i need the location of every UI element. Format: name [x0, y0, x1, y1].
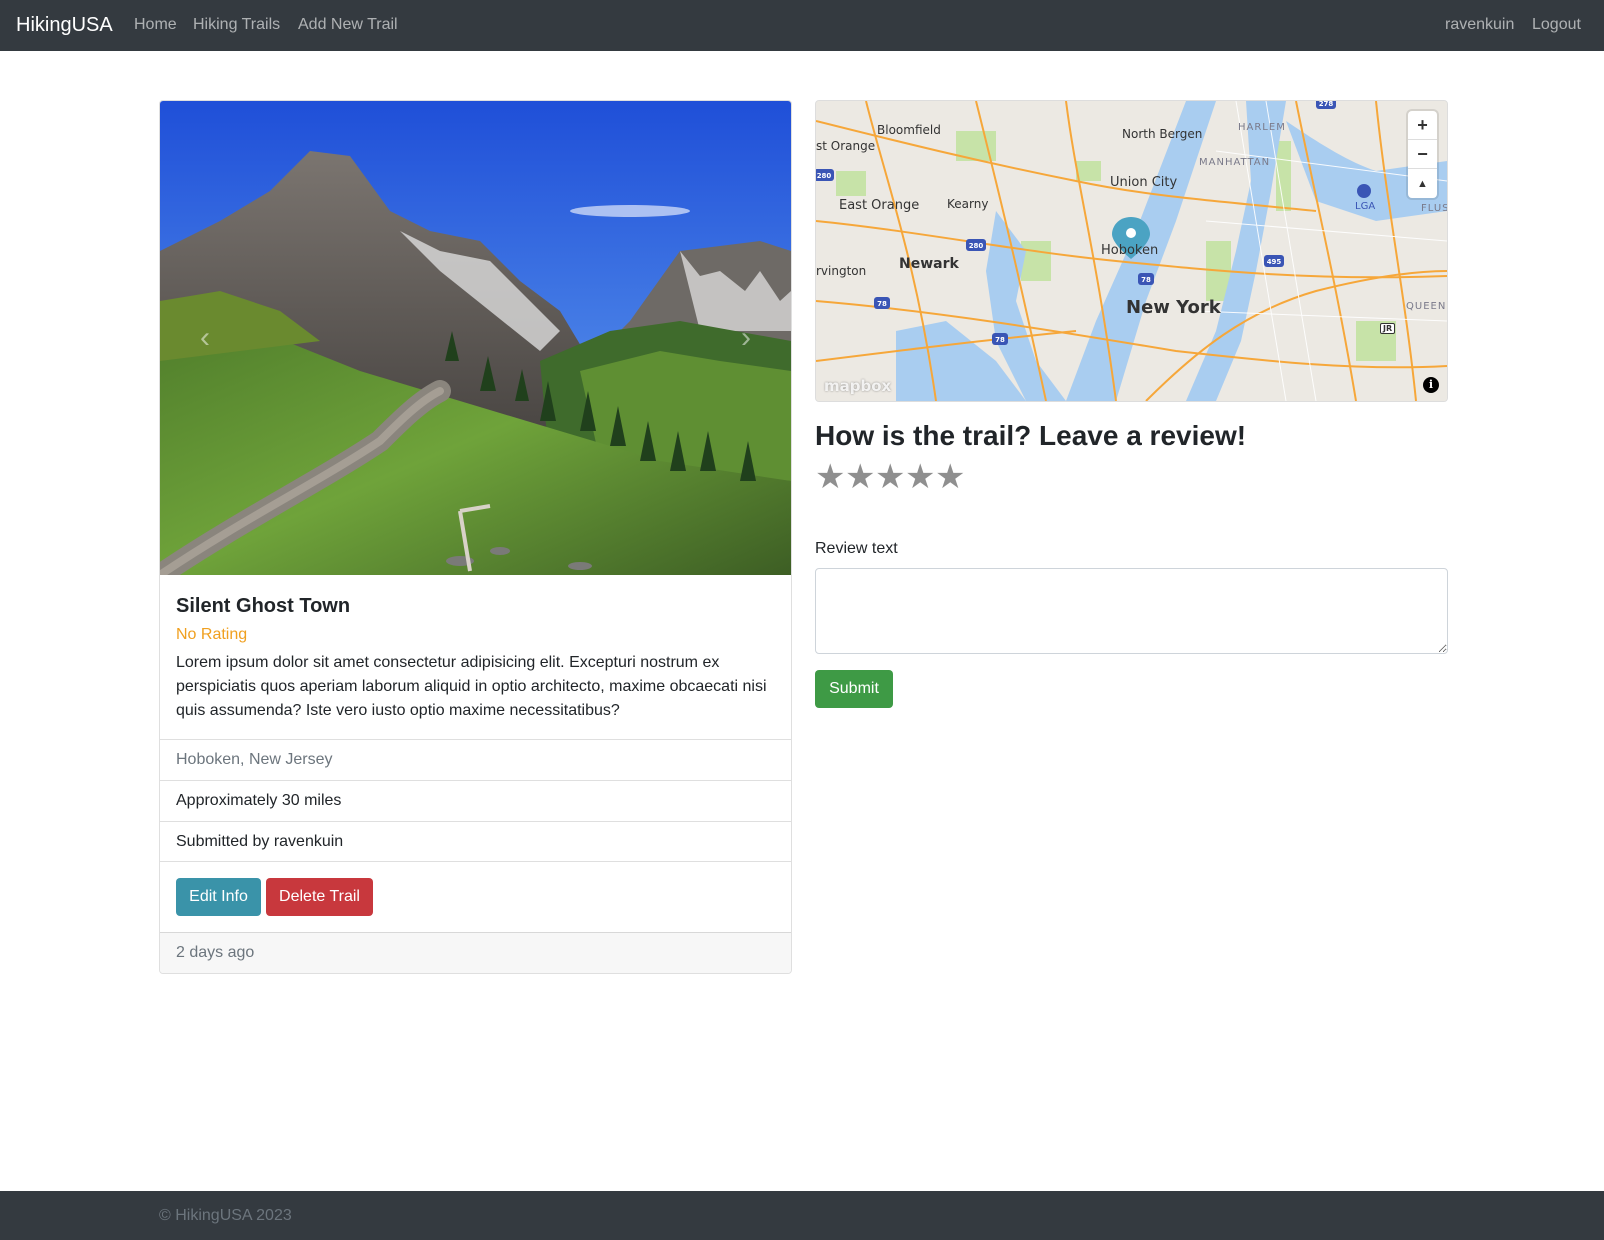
compass-icon: ▲	[1417, 177, 1428, 190]
zoom-in-button[interactable]: +	[1408, 111, 1437, 140]
map-label-north-bergen: North Bergen	[1122, 127, 1203, 141]
highway-shield-78-south: 78	[995, 336, 1005, 344]
star-icon-2[interactable]: ★	[845, 460, 875, 494]
zoom-out-button[interactable]: −	[1408, 140, 1437, 169]
carousel-prev-button[interactable]: ‹	[160, 101, 250, 575]
star-icon-5[interactable]: ★	[935, 460, 965, 494]
map-label-jr: JR	[1380, 323, 1396, 334]
map-label-newark: Newark	[899, 256, 959, 272]
trail-image-carousel: ‹ ›	[160, 101, 791, 575]
trail-time-ago: 2 days ago	[160, 932, 791, 973]
star-rating: ★ ★ ★ ★ ★	[815, 460, 965, 494]
star-icon-4[interactable]: ★	[905, 460, 935, 494]
copyright-text: © HikingUSA 2023	[159, 1207, 292, 1224]
nav-hiking-trails[interactable]: Hiking Trails	[193, 14, 280, 36]
trail-description: Lorem ipsum dolor sit amet consectetur a…	[176, 654, 767, 719]
trail-actions: Edit Info Delete Trail	[160, 861, 791, 932]
site-footer: © HikingUSA 2023	[0, 1191, 1604, 1240]
plus-icon: +	[1417, 114, 1428, 135]
airport-icon	[1357, 184, 1371, 198]
highway-shield-495: 495	[1267, 258, 1282, 266]
carousel-next-button[interactable]: ›	[701, 101, 791, 575]
star-icon-3[interactable]: ★	[875, 460, 905, 494]
map-label-manhattan: MANHATTAN	[1199, 157, 1271, 168]
map-label-new-york: New York	[1126, 297, 1221, 318]
nav-user[interactable]: ravenkuin	[1445, 14, 1514, 36]
map-label-east-orange: East Orange	[839, 198, 920, 213]
trail-submitted-by: Submitted by ravenkuin	[160, 821, 791, 862]
trail-card: ‹ › Silent Ghost Town No Rating Lorem ip…	[159, 100, 792, 974]
brand-link[interactable]: HikingUSA	[16, 12, 113, 38]
highway-shield-280-west: 280	[817, 172, 832, 180]
nav-home[interactable]: Home	[134, 14, 177, 36]
review-text-input[interactable]	[815, 568, 1448, 654]
nav-add-new-trail[interactable]: Add New Trail	[298, 14, 398, 36]
map-label-orange: st Orange	[816, 139, 876, 153]
highway-shield-78-west: 78	[877, 300, 887, 308]
map-controls: + − ▲	[1408, 111, 1437, 198]
highway-shield-278: 278	[1319, 101, 1334, 108]
compass-button[interactable]: ▲	[1408, 169, 1437, 198]
card-body: Silent Ghost Town No Rating Lorem ipsum …	[160, 575, 791, 739]
star-icon-1[interactable]: ★	[815, 460, 845, 494]
nav-logout[interactable]: Logout	[1532, 14, 1581, 36]
map-label-flus: FLUS	[1421, 203, 1448, 214]
map-label-union-city: Union City	[1110, 175, 1178, 190]
attribution-info-icon[interactable]: i	[1423, 377, 1439, 393]
trail-length: Approximately 30 miles	[160, 780, 791, 821]
mapbox-logo[interactable]: mapbox	[824, 377, 891, 395]
review-heading: How is the trail? Leave a review!	[815, 420, 1247, 451]
trail-photo	[160, 101, 791, 575]
review-text-label: Review text	[815, 540, 898, 557]
map-label-queen: QUEEN	[1406, 301, 1447, 312]
map-label-irvington: rvington	[816, 264, 867, 278]
minus-icon: −	[1417, 143, 1428, 164]
map-label-harlem: HARLEM	[1238, 122, 1286, 133]
map-label-kearny: Kearny	[947, 197, 989, 211]
navbar: HikingUSA Home Hiking Trails Add New Tra…	[0, 0, 1604, 51]
highway-shield-78-hoboken: 78	[1141, 276, 1151, 284]
submit-review-button[interactable]: Submit	[815, 670, 893, 708]
trail-map[interactable]: 278 280 280 78 495 78 78 Bloomfield Nort…	[815, 100, 1448, 402]
highway-shield-280: 280	[969, 242, 984, 250]
delete-trail-button[interactable]: Delete Trail	[266, 878, 373, 916]
map-label-bloomfield: Bloomfield	[877, 123, 941, 137]
map-label-lga: LGA	[1355, 201, 1376, 212]
trail-title: Silent Ghost Town	[176, 595, 351, 617]
chevron-right-icon: ›	[741, 321, 751, 354]
chevron-left-icon: ‹	[200, 321, 210, 354]
edit-info-button[interactable]: Edit Info	[176, 878, 261, 916]
map-label-hoboken: Hoboken	[1101, 243, 1159, 258]
trail-rating: No Rating	[176, 626, 248, 643]
trail-location: Hoboken, New Jersey	[160, 739, 791, 780]
